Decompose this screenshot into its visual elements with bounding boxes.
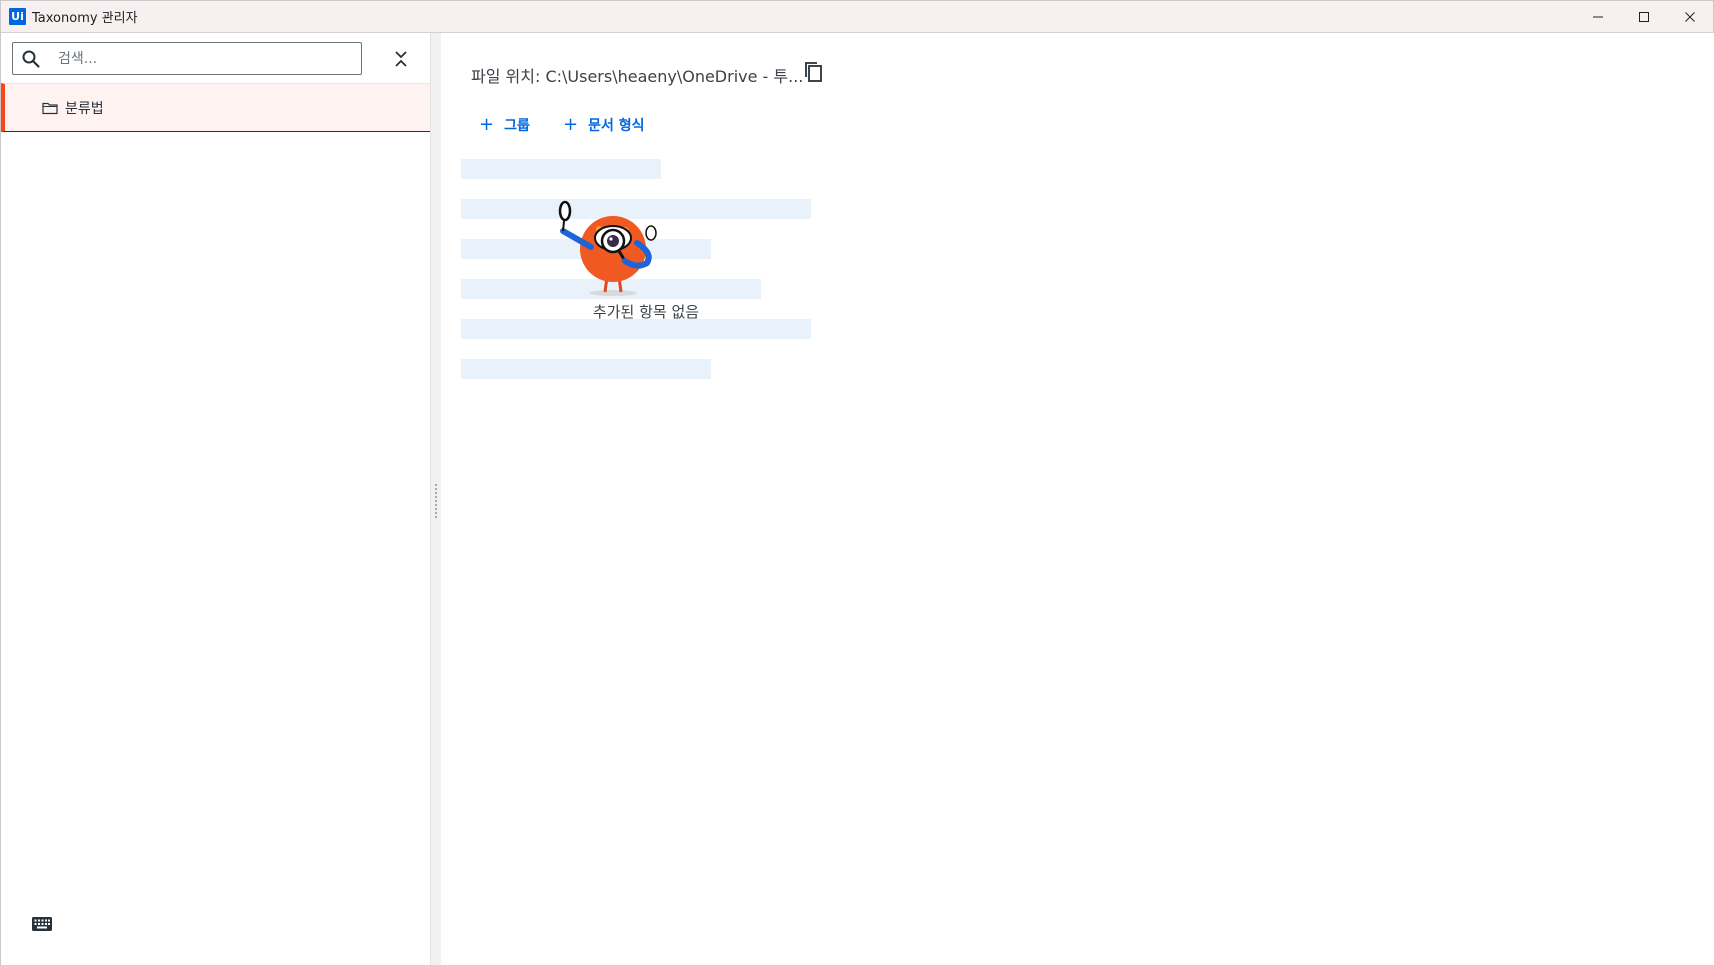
splitter-grip-icon[interactable] [434,483,438,519]
keyboard-icon[interactable] [31,916,53,932]
copy-icon [805,62,822,82]
skeleton-row [461,319,811,339]
app-logo-icon: Ui [9,8,26,25]
empty-state-mascot-icon [558,200,657,296]
search-box[interactable] [12,42,362,75]
collapse-chevron-icon [395,51,407,67]
minimize-button[interactable] [1575,1,1621,33]
close-icon [1685,12,1695,22]
copy-path-button[interactable] [801,59,825,85]
maximize-button[interactable] [1621,1,1667,33]
title-bar[interactable]: Ui Taxonomy 관리자 [1,1,1713,33]
plus-icon: + [479,114,495,135]
tree-item-taxonomy[interactable]: 분류법 [1,83,430,132]
add-document-type-label: 문서 형식 [588,118,645,134]
folder-icon [42,100,58,116]
skeleton-row [461,359,711,379]
plus-icon: + [563,114,579,135]
close-button[interactable] [1667,1,1713,33]
tree-item-label: 분류법 [65,100,104,117]
skeleton-row [461,159,661,179]
app-window: Ui Taxonomy 관리자 분류 [0,0,1714,965]
add-group-label: 그룹 [504,118,530,134]
search-input[interactable] [58,50,338,67]
main-panel: 파일 위치: C:\Users\heaeny\OneDrive - 투... +… [441,33,1714,965]
search-icon [20,48,42,70]
minimize-icon [1593,16,1603,18]
window-controls [1575,1,1713,33]
sidebar: 분류법 [1,33,431,965]
window-title: Taxonomy 관리자 [32,11,138,26]
pane-splitter[interactable] [431,33,441,965]
maximize-icon [1639,12,1649,22]
add-document-type-button[interactable]: + 문서 형식 [563,111,645,139]
empty-state-message: 추가된 항목 없음 [592,303,700,321]
add-group-button[interactable]: + 그룹 [479,111,530,139]
collapse-all-button[interactable] [390,47,412,71]
file-path: 파일 위치: C:\Users\heaeny\OneDrive - 투... [471,67,804,86]
